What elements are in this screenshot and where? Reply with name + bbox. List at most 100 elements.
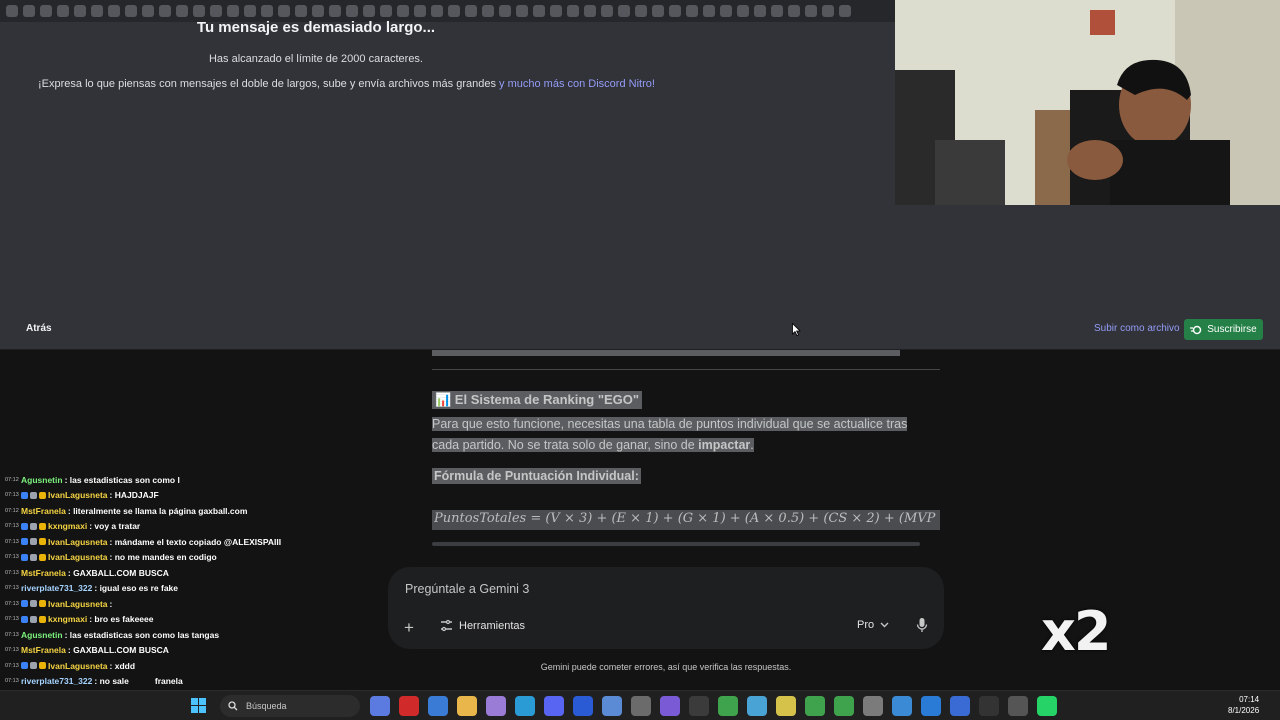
tab-icon[interactable] xyxy=(431,5,443,17)
chrome2-icon[interactable] xyxy=(805,696,825,716)
tab-icon[interactable] xyxy=(278,5,290,17)
tab-icon[interactable] xyxy=(720,5,732,17)
taskbar-search[interactable]: Búsqueda xyxy=(220,695,360,717)
tab-icon[interactable] xyxy=(23,5,35,17)
gear-icon[interactable] xyxy=(863,696,883,716)
prompt-box[interactable]: Pregúntale a Gemini 3 + Herramientas Pro xyxy=(388,567,944,649)
tab-icon[interactable] xyxy=(533,5,545,17)
model-selector[interactable]: Pro xyxy=(857,619,889,631)
tab-icon[interactable] xyxy=(346,5,358,17)
pen-icon[interactable] xyxy=(486,696,506,716)
tab-icon[interactable] xyxy=(91,5,103,17)
notepad-icon[interactable] xyxy=(747,696,767,716)
tab-icon[interactable] xyxy=(74,5,86,17)
tab-icon[interactable] xyxy=(788,5,800,17)
tab-icon[interactable] xyxy=(125,5,137,17)
app4-icon[interactable] xyxy=(950,696,970,716)
whatsapp-icon[interactable] xyxy=(1037,696,1057,716)
chat-text: : las estadisticas son como l xyxy=(64,474,180,485)
upload-as-file-button[interactable]: Subir como archivo xyxy=(1094,323,1180,334)
tab-icon[interactable] xyxy=(414,5,426,17)
tab-icon[interactable] xyxy=(57,5,69,17)
tab-icon[interactable] xyxy=(329,5,341,17)
tab-icon[interactable] xyxy=(261,5,273,17)
tab-icon[interactable] xyxy=(635,5,647,17)
tab-icon[interactable] xyxy=(397,5,409,17)
tab-icon[interactable] xyxy=(448,5,460,17)
tools-button[interactable]: Herramientas xyxy=(440,619,525,632)
app3-icon[interactable] xyxy=(892,696,912,716)
tab-icon[interactable] xyxy=(244,5,256,17)
discord-icon[interactable] xyxy=(544,696,564,716)
modal-title: Tu mensaje es demasiado largo... xyxy=(196,19,436,36)
opera-icon[interactable] xyxy=(399,696,419,716)
tab-icon[interactable] xyxy=(754,5,766,17)
badge-icon xyxy=(30,522,37,530)
prompt-input[interactable]: Pregúntale a Gemini 3 xyxy=(405,582,529,596)
tab-icon[interactable] xyxy=(499,5,511,17)
add-button[interactable]: + xyxy=(404,618,414,638)
subscribe-button[interactable]: Suscribirse xyxy=(1184,319,1263,340)
edge-icon[interactable] xyxy=(515,696,535,716)
tab-icon[interactable] xyxy=(159,5,171,17)
settings-icon[interactable] xyxy=(631,696,651,716)
tab-icon[interactable] xyxy=(210,5,222,17)
store-icon[interactable] xyxy=(428,696,448,716)
tab-icon[interactable] xyxy=(669,5,681,17)
tab-icon[interactable] xyxy=(805,5,817,17)
clock[interactable]: 07:14 8/1/2026 xyxy=(1228,694,1259,716)
chat-text: : GAXBALL.COM BUSCA xyxy=(67,645,169,656)
tab-icon[interactable] xyxy=(295,5,307,17)
tab-icon[interactable] xyxy=(652,5,664,17)
tab-icon[interactable] xyxy=(618,5,630,17)
tab-icon[interactable] xyxy=(6,5,18,17)
tab-icon[interactable] xyxy=(516,5,528,17)
tab-icon[interactable] xyxy=(193,5,205,17)
chat-message: 07:13 riverplate731_322: no sale franela xyxy=(5,674,325,690)
nitro-link[interactable]: y mucho más con Discord Nitro! xyxy=(496,78,655,90)
tab-icon[interactable] xyxy=(822,5,834,17)
mic-button[interactable] xyxy=(916,617,928,638)
tab-icon[interactable] xyxy=(567,5,579,17)
tab-icon[interactable] xyxy=(703,5,715,17)
chat-message: 07:13 Agusnetin: las estadisticas son com… xyxy=(5,627,325,643)
tab-icon[interactable] xyxy=(601,5,613,17)
tab-icon[interactable] xyxy=(176,5,188,17)
terminal-icon[interactable] xyxy=(689,696,709,716)
tab-icon[interactable] xyxy=(482,5,494,17)
tab-icon[interactable] xyxy=(312,5,324,17)
chrome-icon[interactable] xyxy=(718,696,738,716)
tab-icon[interactable] xyxy=(40,5,52,17)
chat-text: : no sale xyxy=(94,676,129,687)
chat-message: 07:13 kxngmaxi: voy a tratar xyxy=(5,519,325,535)
copilot-icon[interactable] xyxy=(370,696,390,716)
tab-icon[interactable] xyxy=(737,5,749,17)
tab-icon[interactable] xyxy=(363,5,375,17)
tab-icon[interactable] xyxy=(465,5,477,17)
windows-start-icon[interactable] xyxy=(191,698,206,713)
media-icon[interactable] xyxy=(1008,696,1028,716)
tab-icon[interactable] xyxy=(227,5,239,17)
app2-icon[interactable] xyxy=(776,696,796,716)
chat-timestamp: 07:13 xyxy=(5,569,19,576)
capcut-icon[interactable] xyxy=(979,696,999,716)
tab-icon[interactable] xyxy=(839,5,851,17)
tab-icon[interactable] xyxy=(380,5,392,17)
files-icon[interactable] xyxy=(457,696,477,716)
tab-icon[interactable] xyxy=(584,5,596,17)
badge-icon xyxy=(21,615,28,623)
formula-scrollbar[interactable] xyxy=(432,542,920,546)
chrome3-icon[interactable] xyxy=(834,696,854,716)
back-button[interactable]: Atrás xyxy=(26,323,52,334)
tab-icon[interactable] xyxy=(550,5,562,17)
app-icon[interactable] xyxy=(660,696,680,716)
tab-icon[interactable] xyxy=(771,5,783,17)
tab-icon[interactable] xyxy=(142,5,154,17)
tab-icon[interactable] xyxy=(686,5,698,17)
chat-timestamp: 07:12 xyxy=(5,476,19,483)
tab-icon[interactable] xyxy=(108,5,120,17)
browser-icon[interactable] xyxy=(602,696,622,716)
wps-icon[interactable] xyxy=(573,696,593,716)
chat-message: 07:13 IvanLagusneta: xyxy=(5,596,325,612)
vscode-icon[interactable] xyxy=(921,696,941,716)
